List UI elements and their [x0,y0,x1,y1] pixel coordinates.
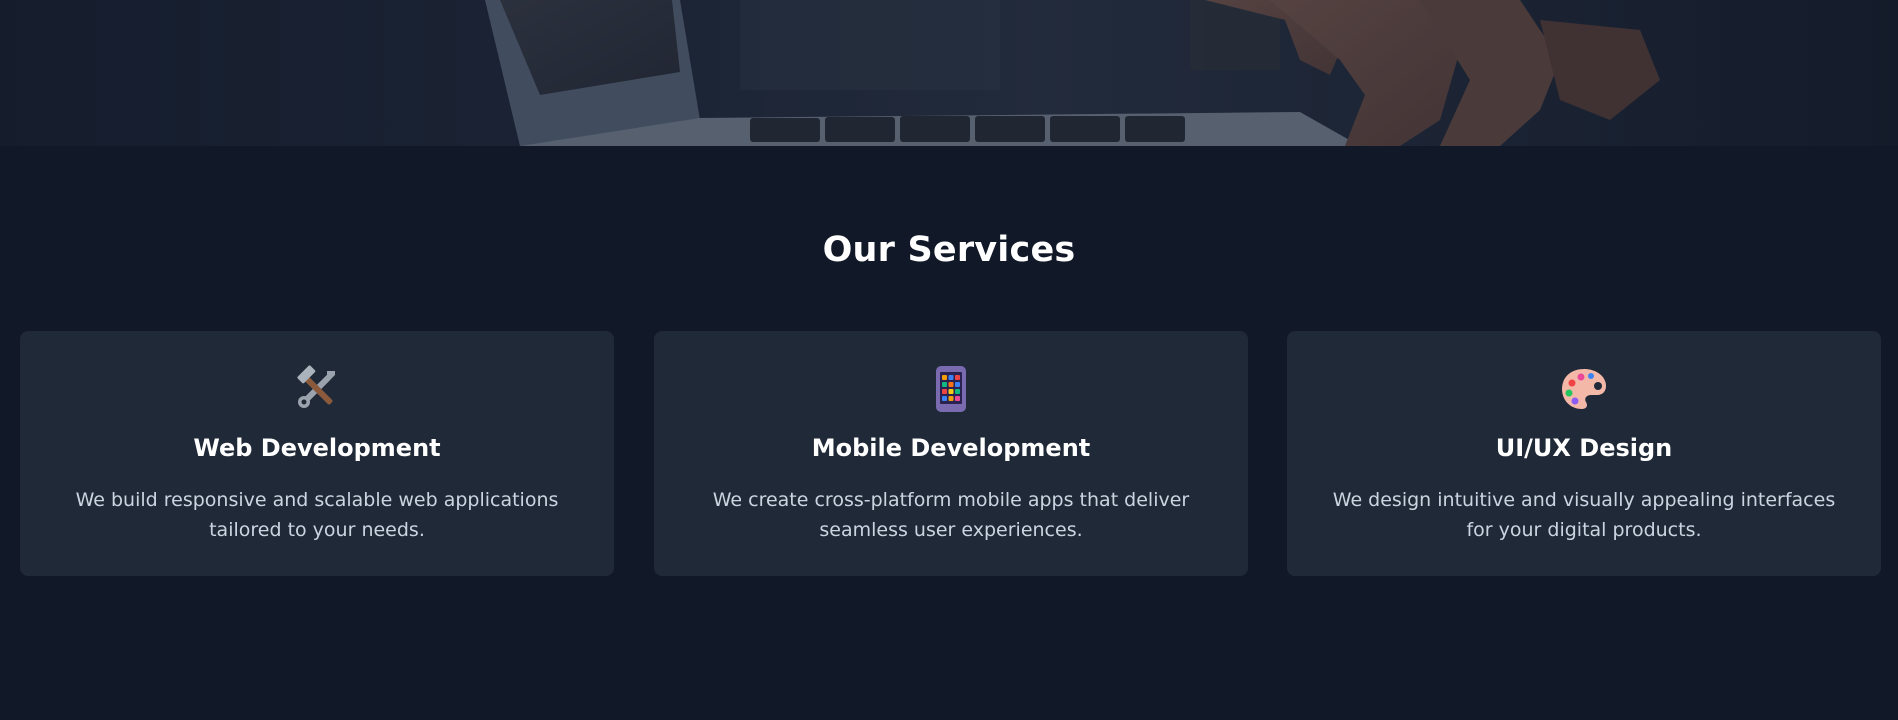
laptop-photo [0,0,1898,146]
mobile-phone-icon [654,365,1248,413]
service-cards: Web Development We build responsive and … [20,331,1881,576]
service-card-ui-ux-design: UI/UX Design We design intuitive and vis… [1287,331,1881,576]
card-title: Mobile Development [811,434,1091,462]
card-description: We create cross-platform mobile apps tha… [712,489,1190,541]
services-section: Our Services Web Development We build re… [0,146,1898,720]
card-title: UI/UX Design [1495,434,1673,462]
hero-image [0,0,1898,146]
card-description: We build responsive and scalable web app… [75,489,559,541]
artist-palette-icon [1287,365,1881,413]
card-title: Web Development [193,434,441,462]
section-title: Our Services [822,230,1076,270]
service-card-web-development: Web Development We build responsive and … [20,331,614,576]
hammer-wrench-icon [20,365,614,413]
service-card-mobile-development: Mobile Development We create cross-platf… [654,331,1248,576]
card-description: We design intuitive and visually appeali… [1332,489,1836,541]
